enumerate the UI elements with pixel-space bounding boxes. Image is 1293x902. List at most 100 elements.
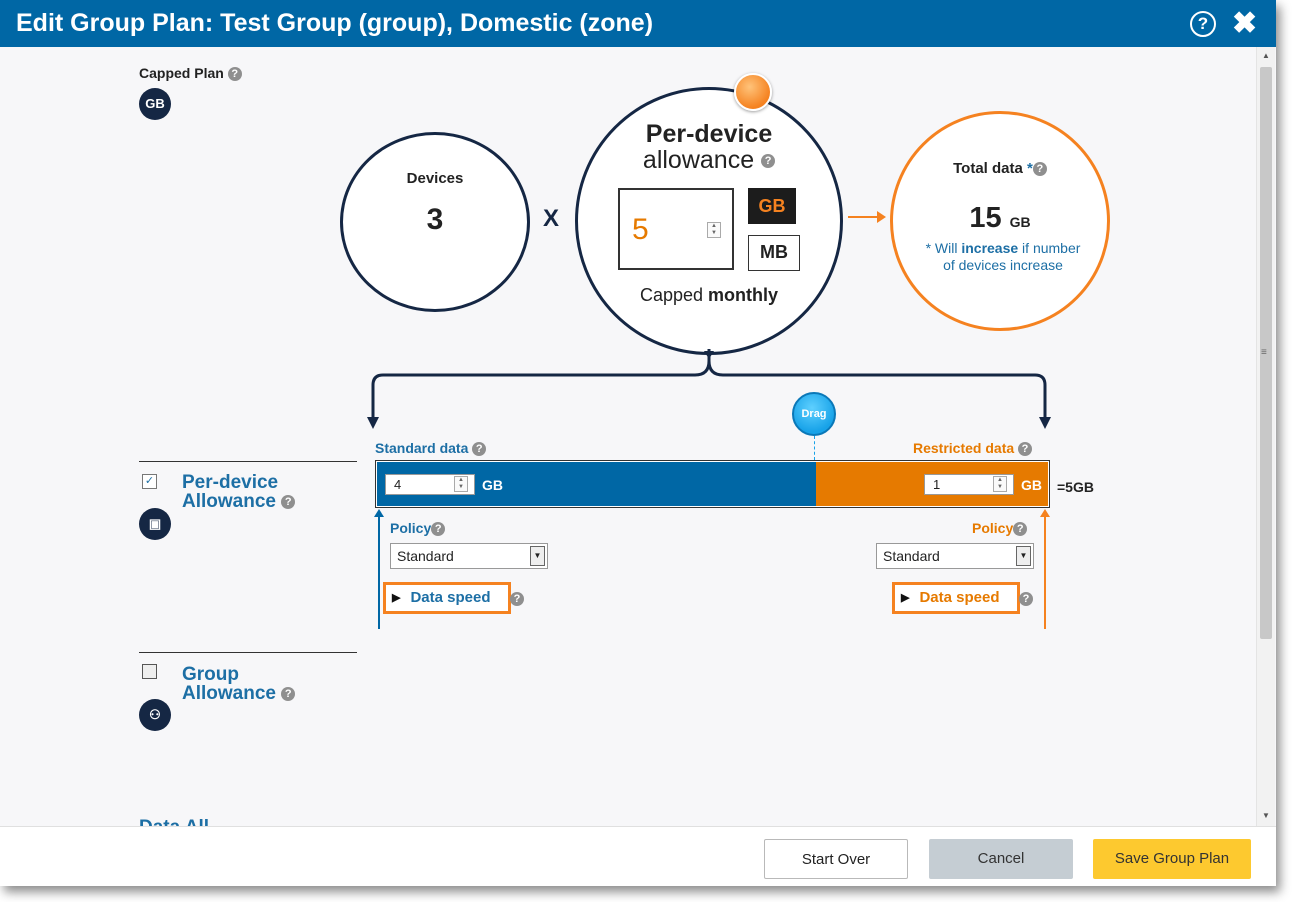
total-note: * Will increase if number of devices inc… — [923, 240, 1083, 274]
total-unit: GB — [1009, 214, 1031, 230]
capped-prefix: Capped — [639, 285, 709, 305]
per-device-amount-input[interactable]: 5 ▲ ▼ — [618, 188, 734, 270]
restricted-segment: 1 ▲ ▼ GB — [816, 462, 1048, 506]
restricted-policy-help-icon[interactable]: ? — [1013, 522, 1028, 537]
restricted-policy-select[interactable]: Standard ▼ — [876, 543, 1034, 569]
total-data-circle: Total data *? 15 GB * Will increase if n… — [890, 111, 1110, 331]
chevron-down-icon[interactable]: ▼ — [530, 546, 545, 566]
plan-type-text: Capped Plan — [139, 65, 224, 81]
restricted-help-icon[interactable]: ? — [1018, 442, 1033, 457]
next-section-title: Data All... — [139, 817, 225, 826]
standard-data-speed-text: Data speed — [410, 589, 491, 606]
restricted-unit: GB — [1021, 477, 1042, 493]
unit-gb-button[interactable]: GB — [748, 188, 796, 224]
total-asterisk: * — [1027, 160, 1033, 177]
start-over-button[interactable]: Start Over — [764, 839, 908, 879]
restricted-speed-help-icon[interactable]: ? — [1019, 592, 1033, 606]
standard-policy-help-icon[interactable]: ? — [431, 522, 446, 537]
device-sim-icon: ▣ — [139, 508, 171, 540]
split-total: =5GB — [1057, 479, 1094, 495]
standard-data-speed-toggle[interactable]: ▶ Data speed — [383, 582, 511, 614]
per-device-handle[interactable] — [734, 73, 772, 111]
standard-connector — [374, 509, 384, 629]
chevron-down-icon[interactable]: ▼ — [1016, 546, 1031, 566]
data-split-bar: 4 ▲ ▼ GB 1 ▲ ▼ GB — [375, 460, 1050, 508]
group-users-icon: ⚇ — [139, 699, 171, 731]
drag-handle[interactable]: Drag — [792, 392, 836, 436]
per-device-circle: Per-device allowance ? 5 ▲ ▼ GB MB Capped… — [575, 87, 843, 355]
save-group-plan-button[interactable]: Save Group Plan — [1093, 839, 1251, 879]
expand-triangle-icon: ▶ — [901, 592, 910, 604]
devices-count: 3 — [426, 203, 444, 236]
title-bar: Edit Group Plan: Test Group (group), Dom… — [0, 0, 1276, 47]
devices-label: Devices — [406, 170, 464, 187]
vertical-scrollbar[interactable]: ▲ ≡ ▼ — [1256, 47, 1275, 826]
section-divider — [139, 461, 357, 462]
restricted-policy-value: Standard — [883, 548, 940, 564]
allowance-help-icon[interactable]: ? — [761, 154, 776, 169]
capped-period-value: monthly — [708, 285, 779, 305]
standard-data-text: Standard data — [375, 440, 469, 456]
restricted-connector — [1040, 509, 1050, 629]
plan-type-help-icon[interactable]: ? — [227, 67, 242, 82]
multiply-sign: X — [543, 205, 560, 232]
standard-help-icon[interactable]: ? — [472, 442, 487, 457]
plan-type-label: Capped Plan ? — [139, 65, 242, 82]
section-divider — [139, 652, 357, 653]
brace-connector — [367, 349, 1051, 429]
standard-speed-help-icon[interactable]: ? — [510, 592, 524, 606]
total-data-value: 15 GB — [893, 202, 1107, 235]
restricted-policy-text: Policy — [972, 520, 1014, 536]
standard-spinner[interactable]: ▲ ▼ — [454, 476, 468, 492]
group-section-title: Group Allowance ? — [182, 664, 296, 704]
cancel-button[interactable]: Cancel — [929, 839, 1073, 879]
dialog-footer: Start Over Cancel Save Group Plan — [0, 826, 1276, 886]
restricted-spinner[interactable]: ▲ ▼ — [993, 476, 1007, 492]
amount-spinner[interactable]: ▲ ▼ — [707, 222, 721, 238]
help-icon[interactable]: ? — [1190, 11, 1216, 37]
scroll-down-icon[interactable]: ▼ — [1262, 811, 1270, 820]
scroll-grip-icon: ≡ — [1261, 347, 1267, 358]
total-data-label: Total data *? — [893, 160, 1107, 177]
restricted-data-speed-toggle[interactable]: ▶ Data speed — [892, 582, 1020, 614]
restricted-data-speed-text: Data speed — [919, 589, 1000, 606]
devices-circle: Devices 3 — [340, 132, 530, 312]
restricted-data-text: Restricted data — [913, 440, 1015, 456]
group-line2: Allowance — [182, 683, 276, 704]
standard-unit: GB — [482, 477, 503, 493]
drag-guide-line — [814, 436, 815, 460]
restricted-data-label: Restricted data ? — [913, 440, 1033, 457]
restricted-policy-label: Policy? — [972, 520, 1028, 537]
gb-plan-icon: GB — [139, 88, 171, 120]
per-device-line2-wrap: Allowance ? — [182, 491, 296, 512]
per-device-subtitle: allowance ? — [578, 146, 840, 175]
standard-policy-select[interactable]: Standard ▼ — [390, 543, 548, 569]
group-help-icon[interactable]: ? — [281, 686, 296, 701]
total-data-text: Total data — [953, 160, 1023, 177]
close-icon[interactable]: ✖ — [1232, 6, 1257, 41]
per-device-help-icon[interactable]: ? — [281, 494, 296, 509]
total-help-icon[interactable]: ? — [1032, 162, 1047, 177]
per-device-title: Per-device — [645, 120, 773, 148]
standard-policy-value: Standard — [397, 548, 454, 564]
standard-policy-label: Policy? — [390, 520, 446, 537]
dialog-title: Edit Group Plan: Test Group (group), Dom… — [16, 9, 654, 37]
per-device-section-title: Per-device Allowance ? — [182, 473, 296, 512]
dialog-content: Capped Plan ? GB Devices 3 X Per-device … — [0, 47, 1256, 826]
capped-period: Capped monthly — [578, 285, 840, 306]
group-allowance-checkbox[interactable] — [142, 664, 157, 679]
note-bold: increase — [961, 240, 1019, 256]
per-device-line2: Allowance — [182, 491, 276, 512]
allowance-word: allowance — [642, 146, 755, 174]
scroll-up-icon[interactable]: ▲ — [1262, 51, 1270, 60]
note-prefix: * Will — [925, 240, 962, 256]
group-line2-wrap: Allowance ? — [182, 683, 296, 704]
group-line1: Group — [182, 664, 239, 685]
standard-data-label: Standard data ? — [375, 440, 487, 457]
edit-group-plan-dialog: Edit Group Plan: Test Group (group), Dom… — [0, 0, 1276, 886]
unit-mb-button[interactable]: MB — [748, 235, 800, 271]
total-number: 15 — [969, 202, 1002, 234]
per-device-amount-value: 5 — [632, 213, 649, 246]
arrow-to-total — [848, 211, 886, 223]
per-device-checkbox[interactable]: ✓ — [142, 474, 157, 489]
